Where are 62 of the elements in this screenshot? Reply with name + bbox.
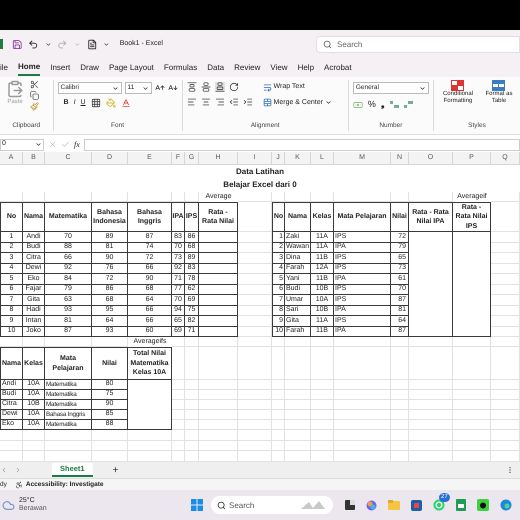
cut-icon[interactable]: [30, 80, 39, 89]
app-icon[interactable]: [477, 499, 489, 511]
align-middle-icon[interactable]: [200, 82, 211, 92]
ribbon-tab[interactable]: Formulas: [164, 60, 198, 76]
undo-icon[interactable]: [28, 38, 39, 50]
caret-icon[interactable]: [103, 40, 110, 48]
orientation-icon[interactable]: [228, 82, 239, 92]
sheet-subtitle: Belajar Excel dari 0: [0, 178, 520, 192]
caret-icon: [418, 84, 426, 92]
align-center-icon[interactable]: [200, 97, 211, 107]
ribbon-tab[interactable]: Draw: [80, 60, 99, 76]
sheet-title: Data Latihan: [0, 165, 520, 178]
app-icon: [0, 39, 3, 49]
caret-icon: [142, 84, 149, 92]
align-left-icon[interactable]: [186, 97, 197, 107]
browser-icon[interactable]: [500, 499, 512, 511]
ribbon-tab[interactable]: Review: [234, 60, 260, 76]
copilot-icon[interactable]: [366, 500, 377, 510]
align-bottom-icon[interactable]: [214, 82, 225, 92]
percent-button[interactable]: %: [368, 98, 376, 112]
increase-font-icon[interactable]: [154, 83, 165, 93]
add-sheet-button[interactable]: +: [112, 462, 118, 478]
weather-icon: [2, 498, 15, 512]
font-color-icon[interactable]: [120, 98, 131, 108]
ribbon-tab[interactable]: View: [270, 60, 288, 76]
document-icon[interactable]: [86, 38, 98, 50]
align-right-icon[interactable]: [214, 97, 225, 107]
decrease-indent-icon[interactable]: [228, 97, 239, 107]
fill-color-icon[interactable]: [106, 98, 116, 108]
insert-function-button[interactable]: fx: [74, 138, 80, 150]
caret-icon[interactable]: [44, 40, 52, 48]
caret-icon: [324, 99, 332, 106]
caret-icon: [112, 84, 119, 92]
wrap-text-icon: [262, 82, 272, 92]
store-icon[interactable]: [411, 500, 422, 510]
paste-icon[interactable]: [6, 80, 24, 98]
merge-cells-icon: [262, 98, 272, 108]
windows-icon[interactable]: [191, 499, 203, 511]
accessibility-icon[interactable]: [14, 480, 23, 488]
search-icon: [217, 500, 226, 510]
table-icon: [492, 80, 506, 91]
accounting-icon[interactable]: [352, 100, 363, 110]
taskbar-search[interactable]: Search: [211, 496, 333, 514]
task-view-icon[interactable]: [345, 500, 355, 510]
conditional-formatting-icon: [451, 80, 464, 91]
search-field[interactable]: Search: [316, 36, 520, 52]
copy-icon[interactable]: [30, 91, 39, 100]
borders-icon[interactable]: [90, 98, 101, 108]
comma-button[interactable]: ❟: [380, 98, 385, 112]
save-icon[interactable]: [12, 38, 22, 50]
search-icon: [323, 40, 332, 48]
ribbon-tab[interactable]: Data: [207, 60, 224, 76]
ribbon-tab[interactable]: Help: [298, 60, 314, 76]
align-top-icon[interactable]: [186, 82, 197, 92]
increase-indent-icon[interactable]: [242, 97, 253, 107]
ribbon-tab[interactable]: ile: [0, 60, 8, 76]
formula-field[interactable]: [84, 138, 520, 150]
ribbon-tab[interactable]: Page Layout: [108, 60, 154, 76]
spreadsheet-icon[interactable]: [456, 499, 466, 511]
ribbon-tab[interactable]: Acrobat: [324, 60, 352, 76]
decrease-font-icon[interactable]: [168, 83, 178, 93]
ribbon-tab[interactable]: Insert: [50, 60, 70, 76]
